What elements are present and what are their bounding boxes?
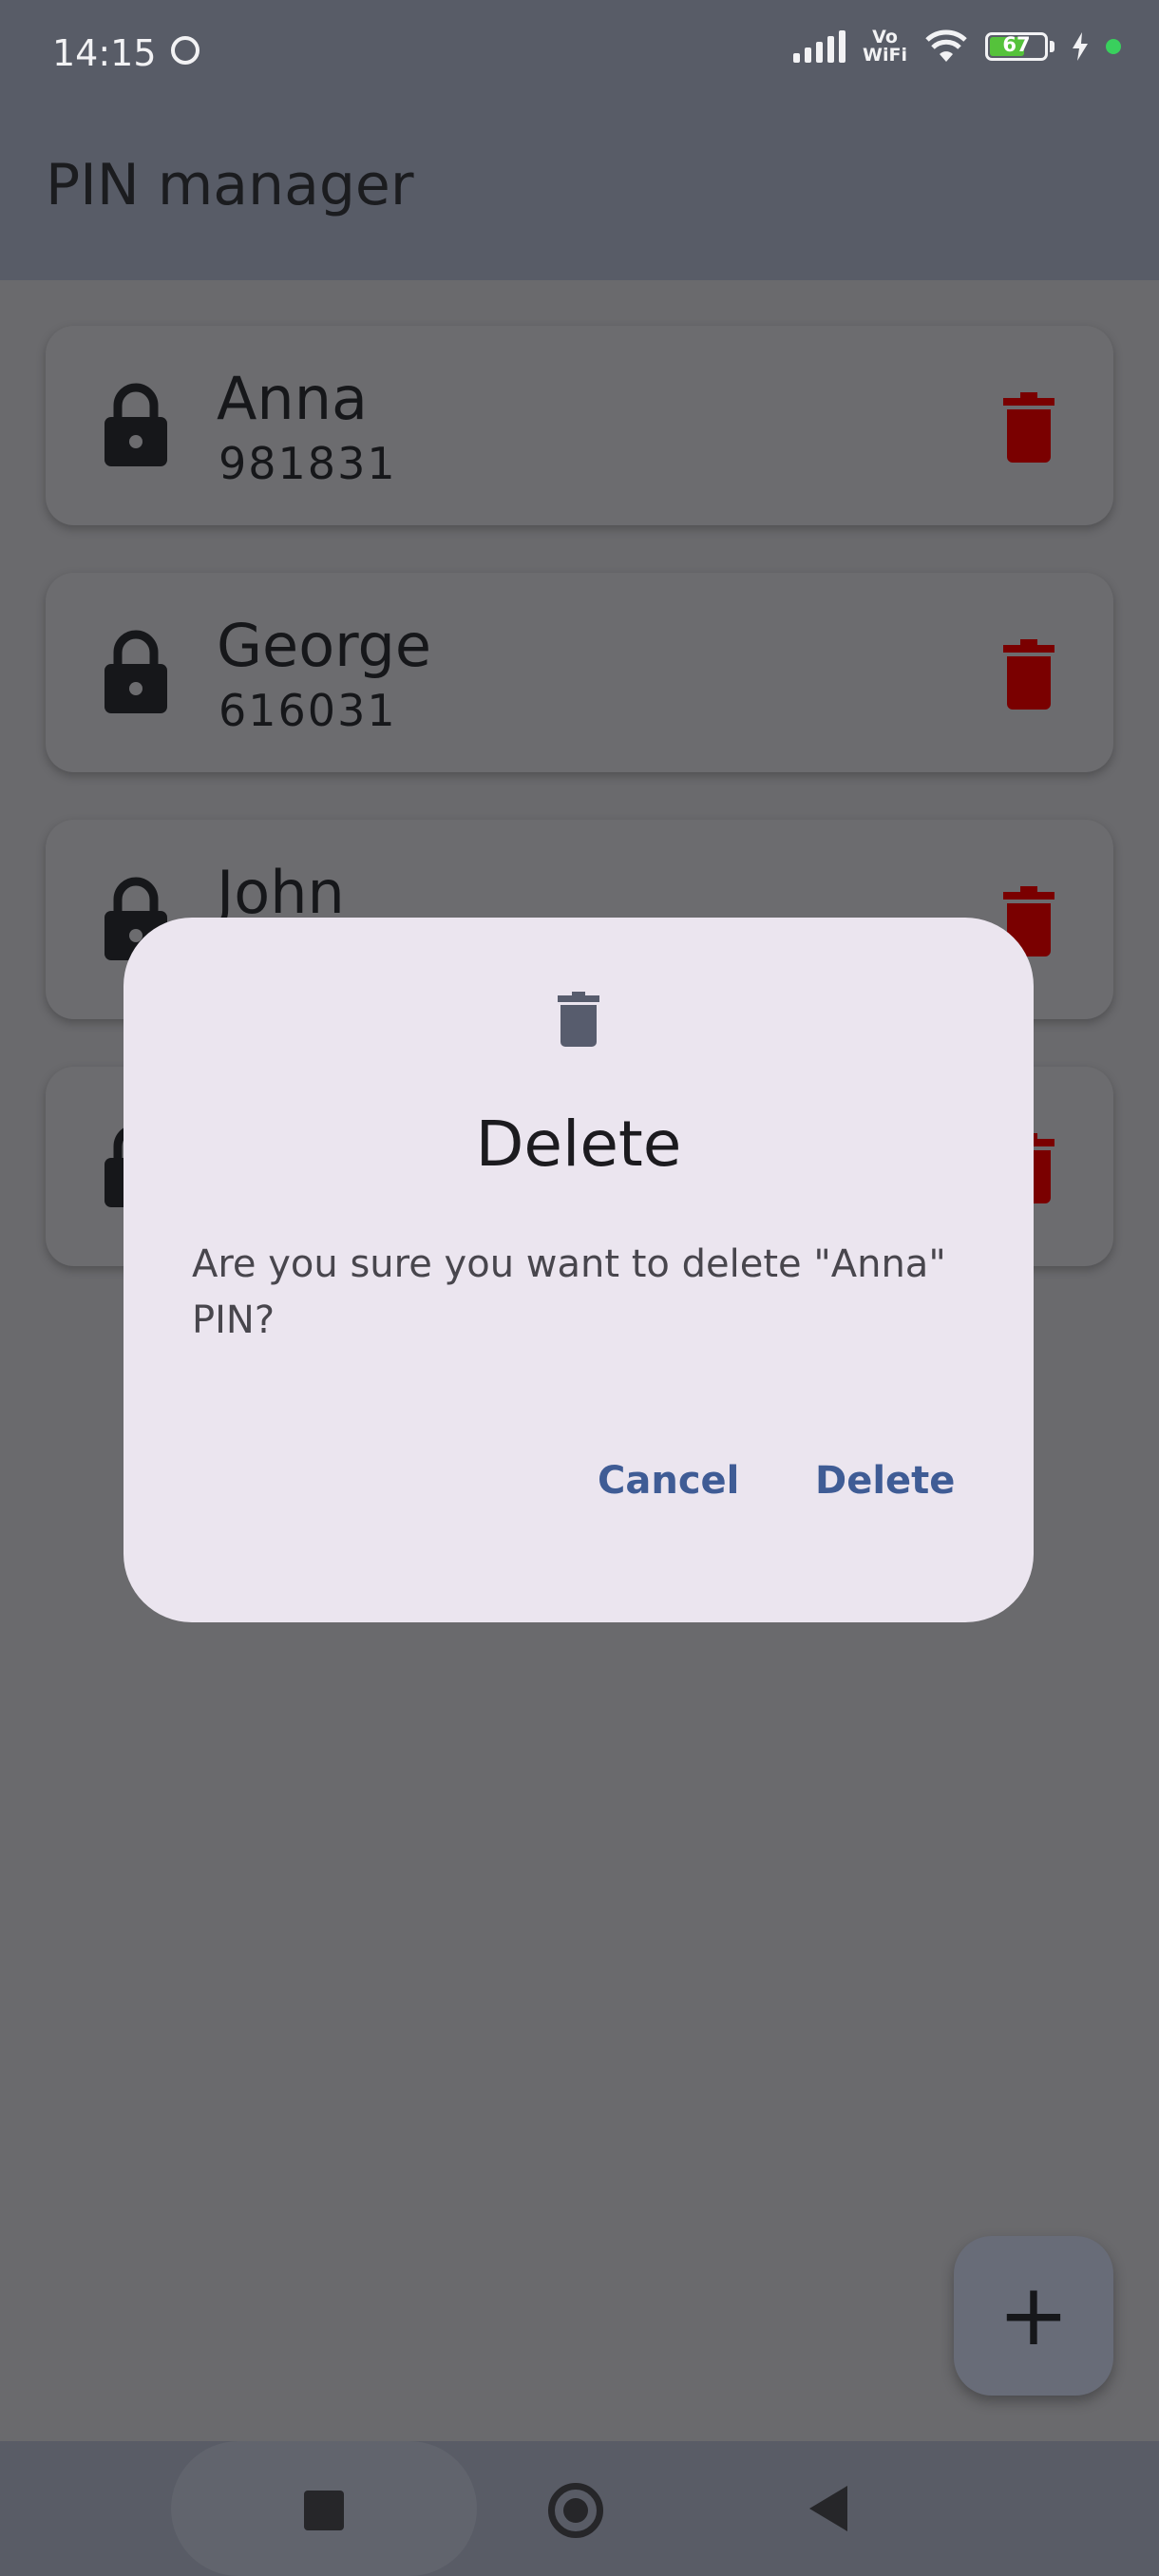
signal-icon xyxy=(793,30,846,63)
back-icon[interactable] xyxy=(809,2486,847,2531)
pin-name: Anna xyxy=(217,364,368,433)
recents-icon[interactable] xyxy=(304,2491,344,2530)
face-icon xyxy=(171,36,200,65)
pin-card[interactable]: Anna 981831 xyxy=(46,326,1113,525)
charging-icon xyxy=(1073,32,1088,61)
pin-name: George xyxy=(217,611,432,680)
app-title: PIN manager xyxy=(46,152,414,218)
status-icons: Vo WiFi 67 xyxy=(793,28,1121,65)
trash-icon[interactable] xyxy=(1003,392,1054,463)
trash-icon[interactable] xyxy=(1003,639,1054,710)
home-icon[interactable] xyxy=(548,2483,603,2538)
wifi-icon xyxy=(925,29,967,62)
dialog-message: Are you sure you want to delete "Anna" P… xyxy=(192,1242,946,1342)
lock-icon xyxy=(104,383,167,466)
dialog-title: Delete xyxy=(475,1108,682,1181)
vowifi-icon: Vo WiFi xyxy=(863,28,907,65)
pin-value: 616031 xyxy=(218,685,397,736)
trash-icon xyxy=(558,992,599,1047)
vowifi-bottom: WiFi xyxy=(863,45,907,66)
battery-icon: 67 xyxy=(985,32,1048,61)
delete-button[interactable]: Delete xyxy=(815,1449,955,1512)
battery-level: 67 xyxy=(1002,33,1031,56)
top-bar: 14:15 Vo WiFi 67 PIN manager xyxy=(0,0,1159,280)
cancel-button[interactable]: Cancel xyxy=(598,1449,739,1512)
add-pin-button[interactable]: + xyxy=(954,2236,1113,2396)
status-time: 14:15 xyxy=(52,32,157,74)
pin-value: 981831 xyxy=(218,438,397,489)
navigation-bar xyxy=(0,2441,1159,2576)
battery-tip xyxy=(1050,41,1054,52)
lock-icon xyxy=(104,630,167,713)
pin-card[interactable]: George 616031 xyxy=(46,573,1113,772)
dot-icon xyxy=(1106,39,1121,54)
delete-dialog: Delete Are you sure you want to delete "… xyxy=(124,918,1034,1622)
